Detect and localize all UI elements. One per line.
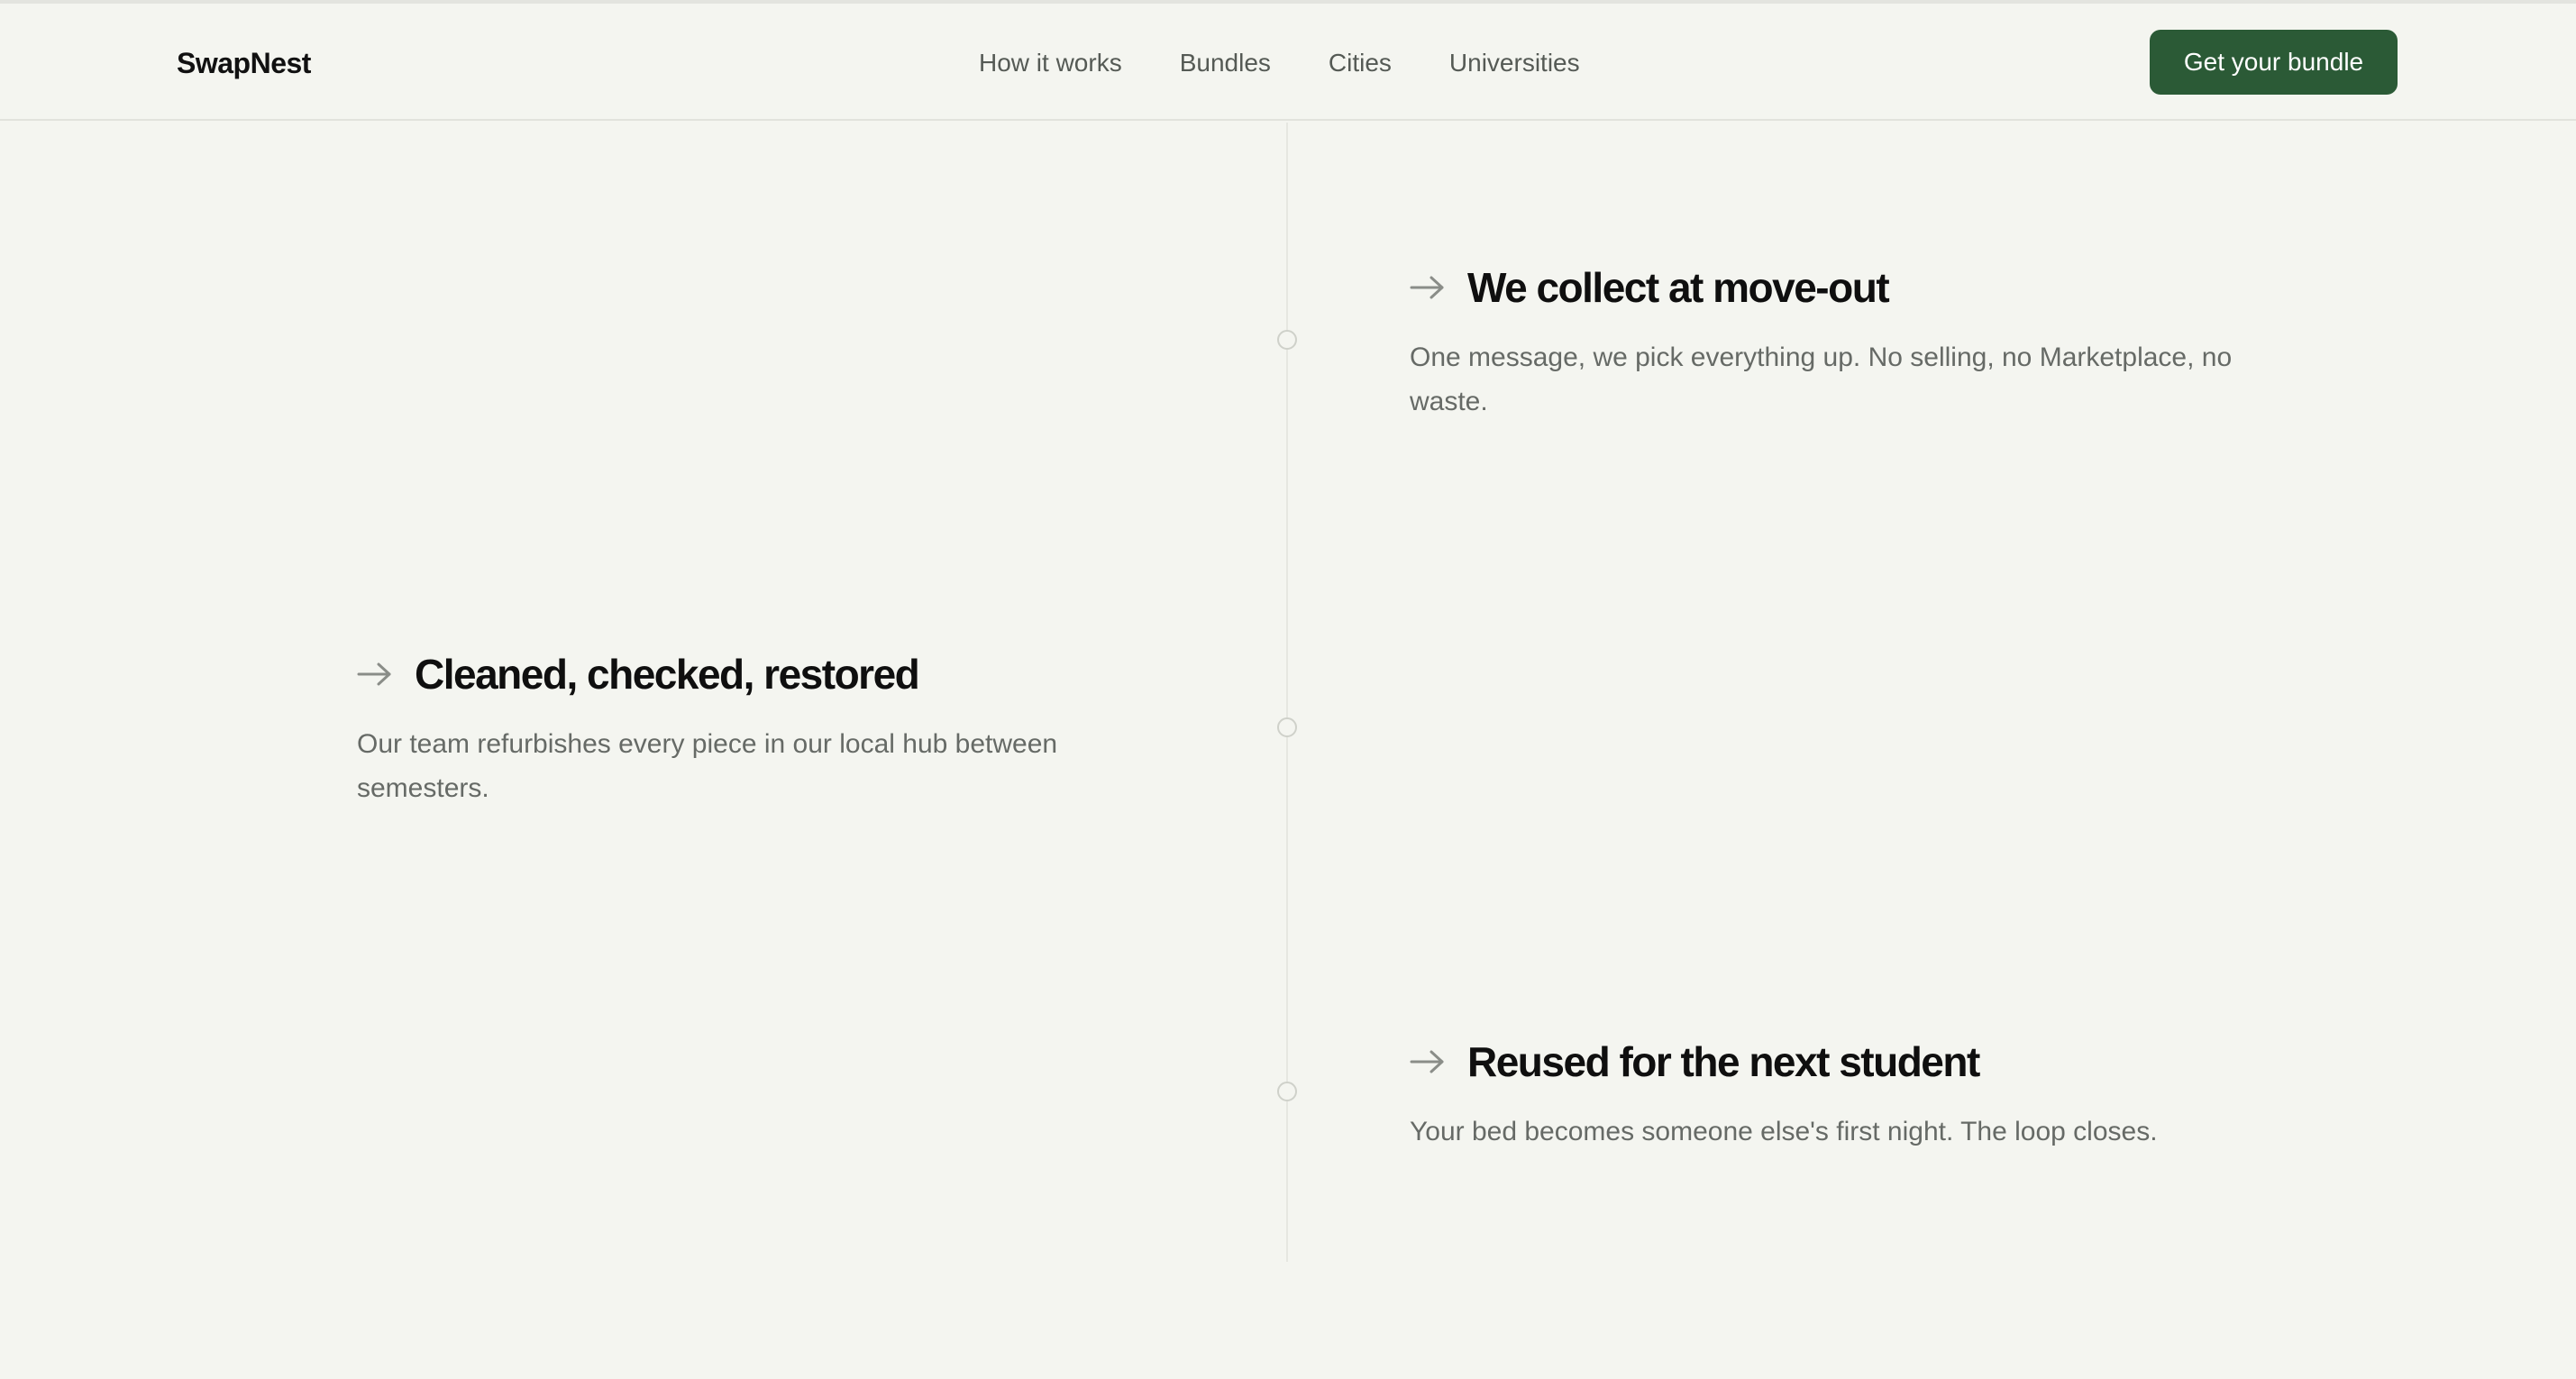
get-bundle-button[interactable]: Get your bundle [2150, 30, 2398, 95]
timeline-node [1277, 1082, 1297, 1101]
step-restore: Cleaned, checked, restored Our team refu… [357, 650, 1123, 810]
nav-link-universities[interactable]: Universities [1449, 49, 1580, 78]
nav-link-bundles[interactable]: Bundles [1180, 49, 1271, 78]
arrow-right-icon [1410, 1048, 1446, 1075]
nav-link-how-it-works[interactable]: How it works [979, 49, 1122, 78]
step-collect: We collect at move-out One message, we p… [1410, 263, 2239, 424]
timeline-node [1277, 717, 1297, 737]
step-title: Reused for the next student [1467, 1038, 1980, 1085]
step-title: We collect at move-out [1467, 264, 1890, 311]
brand-logo[interactable]: SwapNest [177, 47, 311, 80]
step-heading: Reused for the next student [1410, 1037, 2239, 1086]
timeline-node [1277, 330, 1297, 350]
step-description: Your bed becomes someone else's first ni… [1410, 1117, 2158, 1146]
step-reuse: Reused for the next student Your bed bec… [1410, 1037, 2239, 1154]
site-header: SwapNest How it works Bundles Cities Uni… [0, 4, 2576, 121]
step-heading: Cleaned, checked, restored [357, 650, 1123, 699]
step-description: Our team refurbishes every piece in our … [357, 729, 1058, 803]
step-description: One message, we pick everything up. No s… [1410, 342, 2233, 416]
arrow-right-icon [1410, 274, 1446, 301]
step-heading: We collect at move-out [1410, 263, 2239, 312]
nav-link-cities[interactable]: Cities [1329, 49, 1392, 78]
arrow-right-icon [357, 661, 393, 688]
step-title: Cleaned, checked, restored [415, 651, 920, 698]
page: SwapNest How it works Bundles Cities Uni… [0, 0, 2576, 1379]
main-nav: How it works Bundles Cities Universities [979, 49, 1580, 78]
